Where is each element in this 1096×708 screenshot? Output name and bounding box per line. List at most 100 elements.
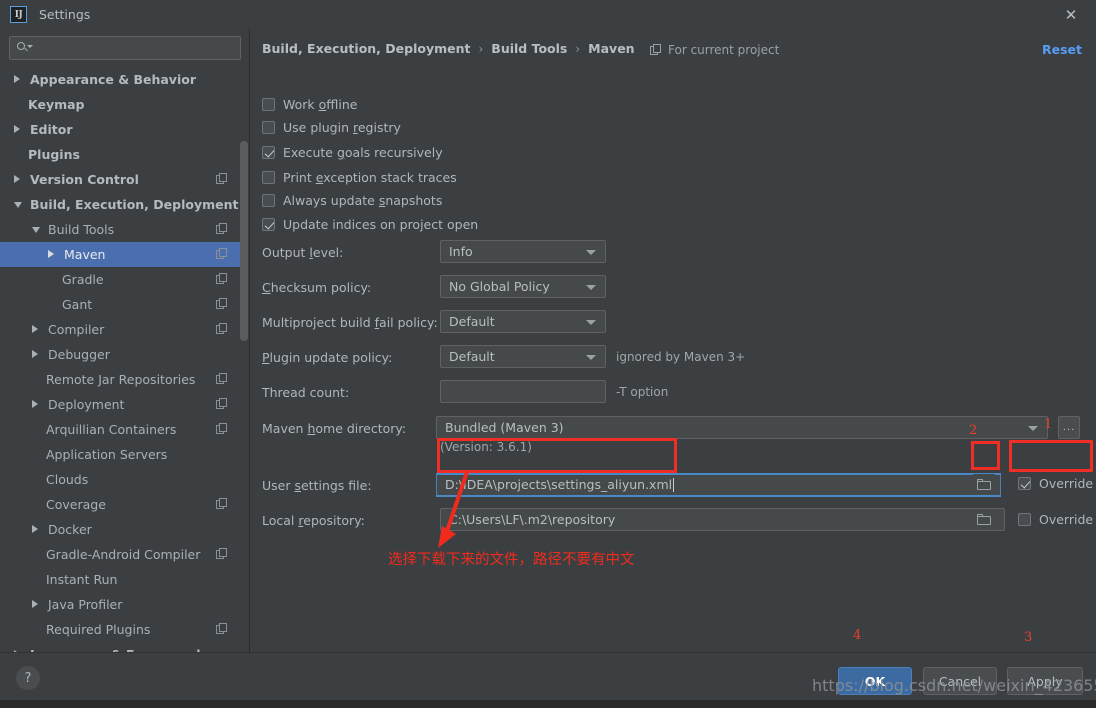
sidebar-item-coverage[interactable]: Coverage [0,492,242,517]
sidebar-item-languages-frameworks[interactable]: Languages & Frameworks [0,642,242,652]
project-scope-icon [650,44,662,56]
chevron-right-icon [32,525,38,533]
sidebar-scrollbar-thumb[interactable] [240,141,248,341]
settings-sidebar: Appearance & Behavior Keymap Editor Plugins… [0,29,250,652]
project-scope-icon [216,623,228,635]
user-settings-override-checkbox[interactable] [1018,477,1031,490]
sidebar-item-remote-jar-repositories[interactable]: Remote Jar Repositories [0,367,242,392]
local-repository-override-row[interactable]: Override [1018,512,1093,527]
sidebar-item-label: Required Plugins [46,622,151,637]
sidebar-item-debugger[interactable]: Debugger [0,342,242,367]
user-settings-browse-button[interactable] [973,474,995,495]
sidebar-item-build-execution-deployment[interactable]: Build, Execution, Deployment [0,192,242,217]
chevron-right-icon [14,125,20,133]
checkbox-always-update-snapshots[interactable] [262,194,275,207]
breadcrumb-part-1[interactable]: Build, Execution, Deployment [262,41,470,56]
user-settings-override-row[interactable]: Override [1018,476,1093,491]
plugin-update-hint: ignored by Maven 3+ [616,350,746,364]
project-scope-icon [216,398,228,410]
close-icon[interactable]: ✕ [1060,5,1082,25]
user-settings-label: User settings file: [262,478,372,493]
checkbox-row-work-offline[interactable]: Work offline [262,97,357,112]
checkbox-update-indices-on-project-open[interactable] [262,218,275,231]
chevron-right-icon [14,175,20,183]
annotation-number-1: 1 [1044,417,1053,432]
sidebar-item-editor[interactable]: Editor [0,117,242,142]
chevron-down-icon [32,227,40,233]
sidebar-item-gradle-android-compiler[interactable]: Gradle-Android Compiler [0,542,242,567]
folder-icon [977,479,991,490]
user-settings-input[interactable]: D:\IDEA\projects\settings_aliyun.xml [436,473,1001,496]
sidebar-item-keymap[interactable]: Keymap [0,92,242,117]
maven-home-dropdown[interactable]: Bundled (Maven 3) [436,416,1048,439]
checksum-policy-dropdown[interactable]: No Global Policy [440,275,606,298]
checkbox-print-exception-stack-traces[interactable] [262,171,275,184]
sidebar-item-label: Plugins [28,147,80,162]
checkbox-use-plugin-registry[interactable] [262,121,275,134]
checkbox-row-always-update-snapshots[interactable]: Always update snapshots [262,193,442,208]
sidebar-item-version-control[interactable]: Version Control [0,167,242,192]
chevron-right-icon [32,325,38,333]
local-repository-override-checkbox[interactable] [1018,513,1031,526]
plugin-update-policy-dropdown[interactable]: Default [440,345,606,368]
taskbar-strip [0,700,1096,708]
sidebar-item-gant[interactable]: Gant [0,292,242,317]
output-level-dropdown[interactable]: Info [440,240,606,263]
sidebar-item-application-servers[interactable]: Application Servers [0,442,242,467]
user-settings-focus-top [436,473,1001,475]
checkbox-work-offline[interactable] [262,98,275,111]
local-repository-value: C:\Users\LF\.m2\repository [449,512,616,527]
sidebar-item-label: Deployment [48,397,125,412]
chevron-down-icon-5 [1028,426,1038,431]
reset-link[interactable]: Reset [1042,42,1082,57]
intellij-logo-icon: IJ [10,6,27,23]
checkbox-row-update-indices-on-project-open[interactable]: Update indices on project open [262,217,478,232]
multiproject-policy-dropdown[interactable]: Default [440,310,606,333]
sidebar-item-plugins[interactable]: Plugins [0,142,242,167]
project-scope-icon [216,373,228,385]
sidebar-item-compiler[interactable]: Compiler [0,317,242,342]
breadcrumb: Build, Execution, Deployment › Build Too… [262,41,635,56]
thread-count-input[interactable] [440,380,606,403]
sidebar-item-appearance-behavior[interactable]: Appearance & Behavior [0,67,242,92]
title-bar: IJ Settings ✕ [0,0,1096,29]
local-repository-browse-button[interactable] [973,509,995,530]
sidebar-item-deployment[interactable]: Deployment [0,392,242,417]
settings-tree: Appearance & Behavior Keymap Editor Plugins… [0,67,242,652]
sidebar-item-label: Appearance & Behavior [30,72,196,87]
sidebar-item-label: Java Profiler [48,597,123,612]
breadcrumb-part-2[interactable]: Build Tools [491,41,567,56]
maven-home-value: Bundled (Maven 3) [445,420,564,435]
sidebar-item-docker[interactable]: Docker [0,517,242,542]
local-repository-input[interactable]: C:\Users\LF\.m2\repository [440,508,1005,531]
annotation-number-4: 4 [853,628,862,643]
chevron-down-icon-4 [586,355,596,360]
project-scope-icon [216,273,228,285]
checkbox-row-print-exception-stack-traces[interactable]: Print exception stack traces [262,170,457,185]
chevron-right-icon [32,350,38,358]
sidebar-item-label: Docker [48,522,92,537]
sidebar-item-gradle[interactable]: Gradle [0,267,242,292]
sidebar-item-label: Instant Run [46,572,118,587]
breadcrumb-part-3: Maven [588,41,635,56]
sidebar-item-java-profiler[interactable]: Java Profiler [0,592,242,617]
maven-home-browse-button[interactable]: ... [1058,416,1080,439]
checkbox-execute-goals-recursively[interactable] [262,146,275,159]
search-input[interactable] [31,41,240,55]
sidebar-item-build-tools[interactable]: Build Tools [0,217,242,242]
sidebar-item-label: Remote Jar Repositories [46,372,196,387]
checkbox-row-use-plugin-registry[interactable]: Use plugin registry [262,120,401,135]
sidebar-item-maven[interactable]: Maven [0,242,242,267]
chevron-right-icon [32,600,38,608]
plugin-update-policy-value: Default [449,349,495,364]
sidebar-item-instant-run[interactable]: Instant Run [0,567,242,592]
help-button[interactable]: ? [16,666,40,690]
checkbox-label: Always update snapshots [283,193,443,208]
search-field[interactable] [9,36,241,60]
checkbox-row-execute-goals-recursively[interactable]: Execute goals recursively [262,145,443,160]
chevron-down-icon [586,250,596,255]
project-scope-icon [216,223,228,235]
sidebar-item-required-plugins[interactable]: Required Plugins [0,617,242,642]
sidebar-item-clouds[interactable]: Clouds [0,467,242,492]
sidebar-item-arquillian-containers[interactable]: Arquillian Containers [0,417,242,442]
